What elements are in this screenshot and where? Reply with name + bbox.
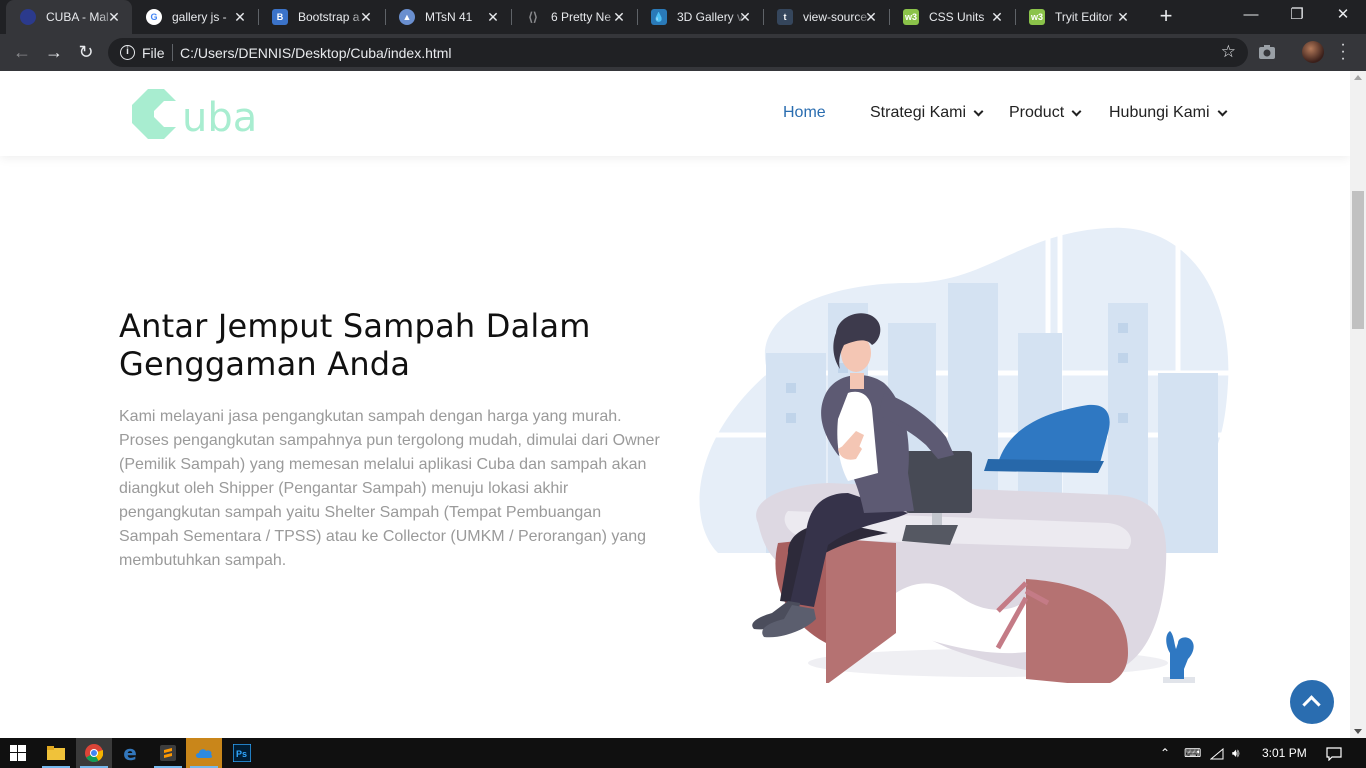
bookmark-star-icon[interactable]: ☆ [1221, 42, 1236, 62]
start-button[interactable] [0, 738, 36, 768]
tab-css-units[interactable]: w3 CSS Units ✕ [889, 0, 1015, 34]
cuba-favicon-icon [20, 9, 36, 25]
site-header: uba Home Strategi Kami Product Hubungi K… [0, 71, 1350, 156]
nav-strategi-kami[interactable]: Strategi Kami [870, 104, 984, 122]
tab-tryit-editor[interactable]: w3 Tryit Editor ✕ [1015, 0, 1141, 34]
scroll-up-arrow-icon[interactable] [1354, 75, 1362, 80]
tray-wifi-icon[interactable] [1209, 738, 1224, 768]
camera-icon[interactable] [1258, 42, 1276, 62]
edge-icon: e [123, 741, 137, 765]
nav-home-label: Home [783, 104, 826, 121]
google-icon: G [146, 9, 162, 25]
nav-home[interactable]: Home [783, 104, 826, 122]
browser-menu-icon[interactable]: · · · [1338, 37, 1348, 67]
browser-tab-strip: CUBA - Mal ✕ G gallery js - ✕ B Bootstra… [0, 0, 1366, 34]
new-tab-button[interactable]: + [1154, 5, 1178, 29]
browser-toolbar: ← → ↻ i File C:/Users/DENNIS/Desktop/Cub… [0, 34, 1366, 71]
close-tab-icon[interactable]: ✕ [989, 9, 1005, 25]
tray-chevron-up-icon[interactable]: ⌃ [1160, 738, 1170, 768]
tab-gallery-js[interactable]: G gallery js - ✕ [132, 0, 258, 34]
w3schools-icon: w3 [903, 9, 919, 25]
forward-button[interactable]: → [41, 40, 67, 66]
logo-mark-icon [132, 89, 176, 139]
chair-seat [984, 459, 1104, 473]
monitor [906, 451, 972, 513]
sublime-text-icon [160, 745, 176, 761]
svg-text:Ps: Ps [236, 749, 247, 759]
tab-pretty[interactable]: ⟨⟩ 6 Pretty Ne ✕ [511, 0, 637, 34]
tab-cuba[interactable]: CUBA - Mal ✕ [6, 0, 132, 34]
page-viewport: uba Home Strategi Kami Product Hubungi K… [0, 71, 1350, 738]
windows-taskbar: e Ps ⌃ ⌨ 🔊︎ 3:01 PM [0, 738, 1366, 768]
cloud-icon [196, 749, 213, 758]
nav-strategi-label: Strategi Kami [870, 104, 967, 121]
taskbar-sublime[interactable] [150, 738, 186, 768]
close-tab-icon[interactable]: ✕ [106, 9, 122, 25]
taskbar-onedrive[interactable] [186, 738, 222, 768]
chevron-down-icon [1071, 106, 1082, 117]
close-tab-icon[interactable]: ✕ [1115, 9, 1131, 25]
scroll-down-arrow-icon[interactable] [1354, 729, 1362, 734]
close-tab-icon[interactable]: ✕ [358, 9, 374, 25]
hero-description: Kami melayani jasa pengangkutan sampah d… [119, 408, 660, 569]
address-bar[interactable]: i File C:/Users/DENNIS/Desktop/Cuba/inde… [108, 38, 1248, 67]
tumblr-icon: t [777, 9, 793, 25]
taskbar-photoshop[interactable]: Ps [224, 738, 260, 768]
back-to-top-button[interactable] [1290, 680, 1334, 724]
chevron-up-icon [1302, 695, 1321, 714]
taskbar-chrome[interactable] [76, 738, 112, 768]
notifications-icon [1326, 747, 1342, 762]
logo-text: uba [182, 95, 257, 141]
taskbar-edge[interactable]: e [112, 738, 148, 768]
scroll-thumb[interactable] [1352, 191, 1364, 329]
drop-icon: 💧 [651, 9, 667, 25]
nav-hubungi-kami[interactable]: Hubungi Kami [1109, 104, 1227, 122]
tray-clock[interactable]: 3:01 PM [1262, 738, 1307, 768]
tray-volume-icon[interactable]: 🔊︎ [1232, 738, 1240, 768]
mtsn-icon: ▲ [399, 9, 415, 25]
tab-view-source[interactable]: t view-source ✕ [763, 0, 889, 34]
back-button[interactable]: ← [9, 40, 35, 66]
tray-notifications-icon[interactable] [1326, 738, 1342, 768]
bootstrap-icon: B [272, 9, 288, 25]
nav-product-label: Product [1009, 104, 1065, 121]
nav-product[interactable]: Product [1009, 104, 1082, 122]
chrome-icon [85, 744, 103, 762]
tab-mtsn[interactable]: ▲ MTsN 41 ✕ [385, 0, 511, 34]
cactus [1166, 631, 1194, 679]
photoshop-icon: Ps [233, 744, 251, 762]
chevron-down-icon [973, 106, 984, 117]
cuba-logo[interactable]: uba [130, 87, 275, 141]
hero-illustration [688, 223, 1233, 683]
hero-title: Antar Jemput Sampah Dalam Genggaman Anda [119, 307, 591, 383]
tray-keyboard-icon[interactable]: ⌨ [1184, 738, 1201, 768]
person-neck [850, 373, 864, 389]
codepen-icon: ⟨⟩ [528, 10, 538, 24]
profile-avatar[interactable] [1302, 41, 1324, 63]
tab-3d-gallery[interactable]: 💧 3D Gallery v ✕ [637, 0, 763, 34]
minimize-button[interactable]: — [1228, 0, 1274, 32]
address-separator [172, 44, 173, 61]
folder-icon [47, 746, 65, 760]
close-tab-icon[interactable]: ✕ [863, 9, 879, 25]
taskbar-file-explorer[interactable] [38, 738, 74, 768]
close-tab-icon[interactable]: ✕ [611, 9, 627, 25]
close-window-button[interactable]: ✕ [1320, 0, 1366, 32]
chevron-down-icon [1217, 106, 1227, 117]
address-url[interactable]: C:/Users/DENNIS/Desktop/Cuba/index.html [180, 45, 452, 61]
wifi-icon [1209, 747, 1224, 760]
info-icon[interactable]: i [120, 45, 135, 60]
monitor-stand [932, 513, 942, 525]
close-tab-icon[interactable]: ✕ [737, 9, 753, 25]
w3schools-icon: w3 [1029, 9, 1045, 25]
tab-bootstrap[interactable]: B Bootstrap a ✕ [258, 0, 384, 34]
close-tab-icon[interactable]: ✕ [485, 9, 501, 25]
nav-hubungi-label: Hubungi Kami [1109, 104, 1210, 121]
close-tab-icon[interactable]: ✕ [232, 9, 248, 25]
windows-logo-icon [10, 745, 26, 761]
scheme-label: File [142, 45, 165, 61]
restore-button[interactable]: ❐ [1274, 0, 1320, 32]
page-scrollbar[interactable] [1350, 71, 1366, 738]
reload-button[interactable]: ↻ [73, 40, 99, 66]
